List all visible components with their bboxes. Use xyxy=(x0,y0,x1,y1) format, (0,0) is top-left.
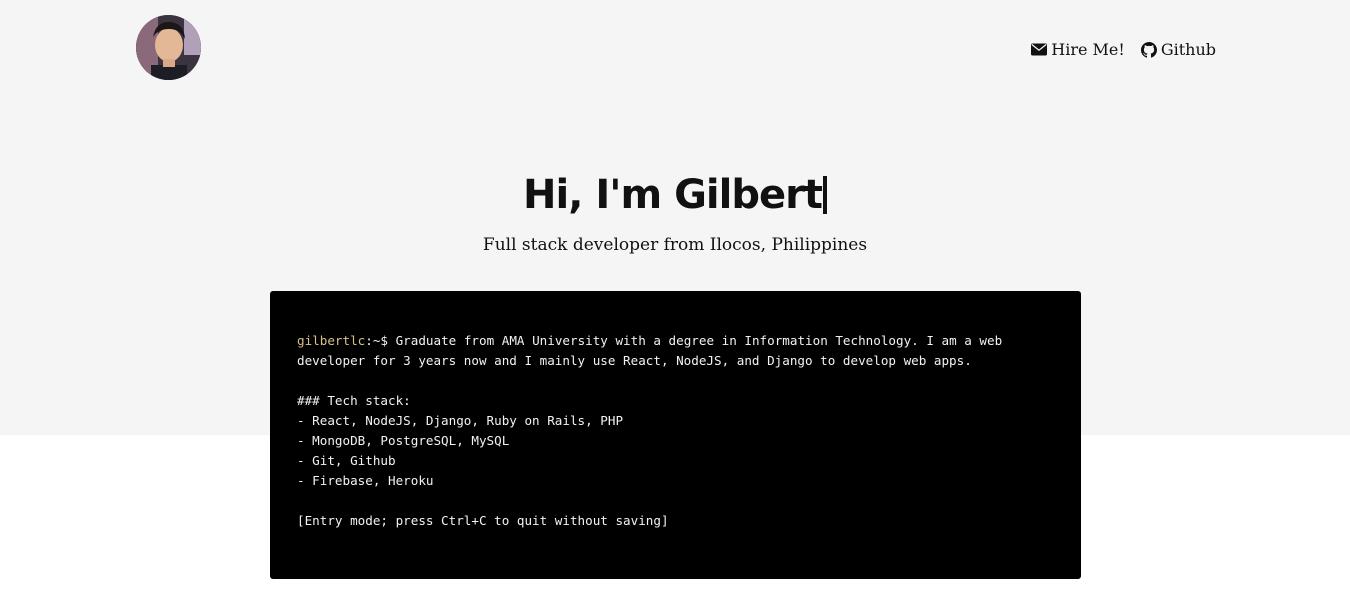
page-subtitle: Full stack developer from Ilocos, Philip… xyxy=(482,235,868,255)
top-nav: Hire Me! Github xyxy=(1031,40,1216,59)
stack-item: - React, NodeJS, Django, Ruby on Rails, … xyxy=(297,413,624,428)
terminal-status: [Entry mode; press Ctrl+C to quit withou… xyxy=(297,513,669,528)
terminal-window: gilbertlc:~$ Graduate from AMA Universit… xyxy=(270,291,1081,579)
stack-item: - MongoDB, PostgreSQL, MySQL xyxy=(297,433,510,448)
terminal-intro: gilbertlc:~$ Graduate from AMA Universit… xyxy=(297,331,1055,371)
stack-item: - Git, Github xyxy=(297,453,396,468)
prompt-user: gilbertlc xyxy=(297,333,366,348)
github-icon xyxy=(1140,41,1157,58)
stack-item: - Firebase, Heroku xyxy=(297,473,434,488)
avatar-photo xyxy=(136,15,201,80)
github-link[interactable]: Github xyxy=(1140,40,1216,59)
title-text: Hi, I'm Gilbert xyxy=(523,172,823,218)
avatar[interactable] xyxy=(136,15,201,80)
hire-me-label: Hire Me! xyxy=(1051,40,1125,59)
hire-me-link[interactable]: Hire Me! xyxy=(1031,40,1125,59)
page-title: Hi, I'm Gilbert xyxy=(0,172,1350,218)
envelope-icon xyxy=(1031,43,1048,56)
intro-text: Graduate from AMA University with a degr… xyxy=(297,333,1010,368)
typing-cursor xyxy=(822,176,827,214)
github-label: Github xyxy=(1160,40,1216,59)
stack-heading: ### Tech stack: xyxy=(297,393,411,408)
prompt-symbol: :~$ xyxy=(365,333,396,348)
